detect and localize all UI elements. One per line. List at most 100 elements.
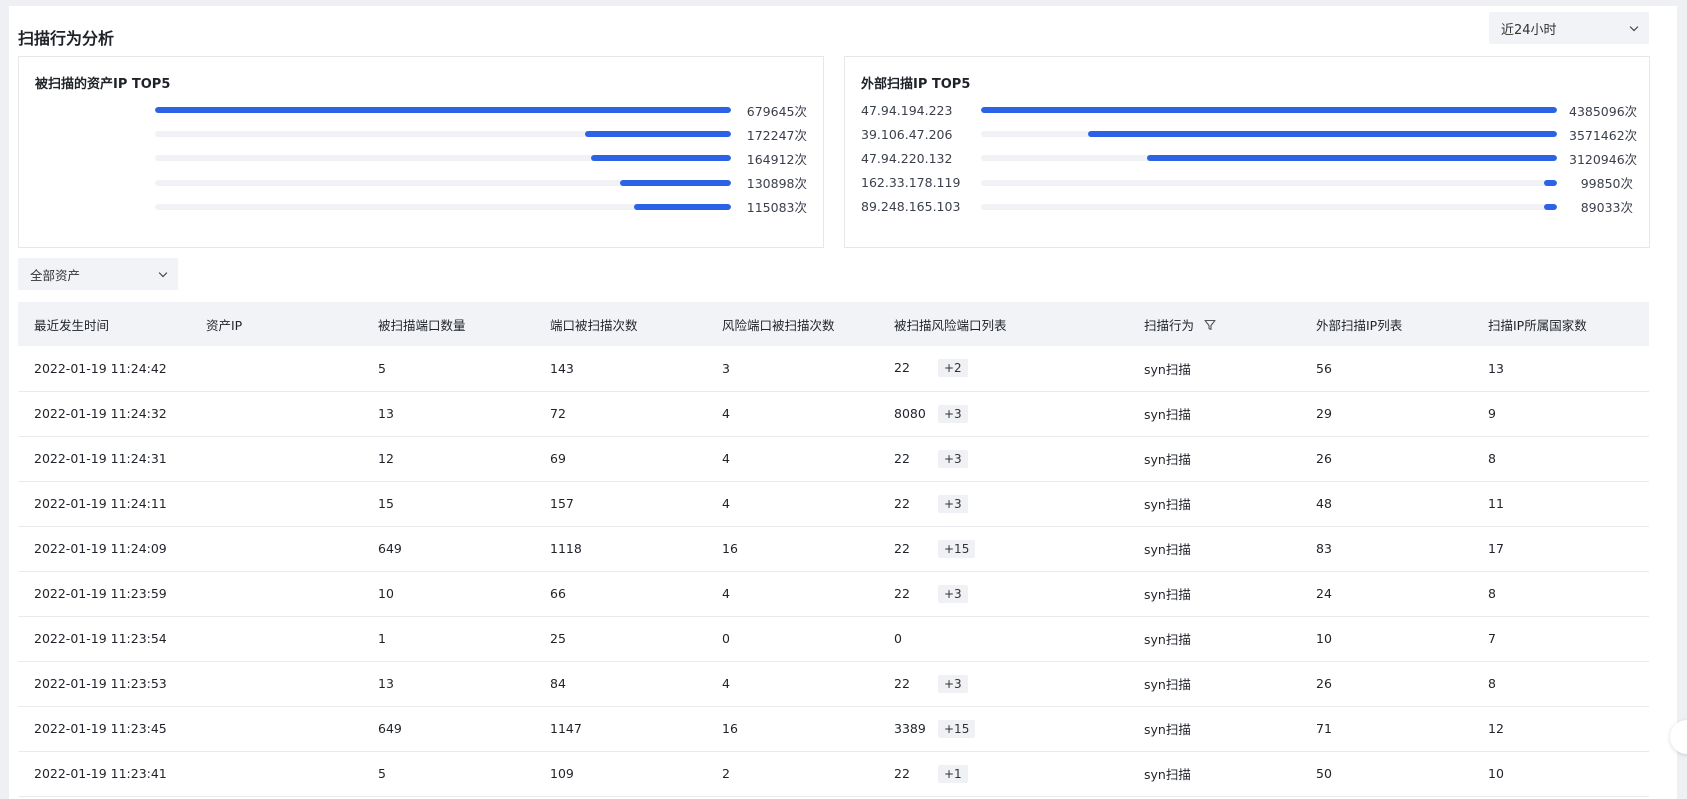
table-row[interactable]: 2022-01-19 11:24:42 5 143 3 22 +2 syn扫描 56 13	[18, 346, 1649, 392]
more-ports-tag[interactable]: +3	[938, 404, 968, 423]
asset-ip-cell	[190, 706, 362, 752]
country-count-cell: 9	[1472, 391, 1649, 437]
behavior-cell: syn扫描	[1128, 391, 1300, 437]
port-hits-cell: 84	[534, 661, 706, 707]
more-ports-tag[interactable]: +2	[938, 359, 968, 378]
column-header-behavior: 扫描行为	[1128, 302, 1300, 346]
table-row[interactable]: 2022-01-19 11:24:32 13 72 4 8080 +3 syn扫描 29 9	[18, 391, 1649, 437]
filter-icon[interactable]	[1204, 319, 1216, 331]
column-header: 风险端口被扫描次数	[706, 302, 878, 346]
time-cell: 2022-01-19 11:23:53	[18, 661, 190, 707]
scanned-assets-top5-panel: 被扫描的资产IP TOP5 679645次 172247次 164912次 13089…	[18, 56, 824, 248]
time-cell: 2022-01-19 11:24:09	[18, 526, 190, 572]
behavior-cell: syn扫描	[1128, 346, 1300, 392]
page-title: 扫描行为分析	[18, 29, 115, 48]
port-count-cell: 5	[362, 751, 534, 797]
risk-port: 8080	[894, 405, 926, 421]
table-row[interactable]: 2022-01-19 11:24:09 649 1118 16 22 +15 syn扫描 83…	[18, 526, 1649, 572]
behavior-cell: syn扫描	[1128, 616, 1300, 662]
table-row[interactable]: 2022-01-19 11:23:53 13 84 4 22 +3 syn扫描 26 8	[18, 661, 1649, 707]
risk-port: 3389	[894, 720, 926, 736]
column-header: 外部扫描IP列表	[1300, 302, 1472, 346]
risk-port: 22	[894, 540, 910, 556]
bar-fill	[1146, 155, 1557, 162]
time-cell: 2022-01-19 11:24:42	[18, 346, 190, 392]
top5-row: 162.33.178.119 99850次	[861, 174, 1633, 192]
asset-ip-cell	[190, 661, 362, 707]
count-label: 130898次	[746, 176, 807, 192]
asset-ip-cell	[190, 436, 362, 482]
risk-hits-cell: 2	[706, 751, 878, 797]
port-hits-cell: 66	[534, 571, 706, 617]
risk-ports-cell: 22 +1	[878, 751, 1128, 797]
count-label: 115083次	[746, 200, 807, 216]
risk-ports-cell: 22 +2	[878, 346, 1128, 392]
more-ports-tag[interactable]: +15	[938, 719, 976, 738]
risk-hits-cell: 4	[706, 391, 878, 437]
country-count-cell: 12	[1472, 706, 1649, 752]
more-ports-tag[interactable]: +3	[938, 674, 968, 693]
top5-row: 172247次	[35, 125, 807, 143]
asset-ip-cell	[190, 616, 362, 662]
behavior-cell: syn扫描	[1128, 526, 1300, 572]
table-row[interactable]: 2022-01-19 11:24:11 15 157 4 22 +3 syn扫描 48 11	[18, 481, 1649, 527]
risk-ports-cell: 22 +3	[878, 436, 1128, 482]
table-row[interactable]: 2022-01-19 11:23:41 5 109 2 22 +1 syn扫描 50 10	[18, 751, 1649, 797]
time-cell: 2022-01-19 11:23:45	[18, 706, 190, 752]
scan-table: 最近发生时间 资产IP 被扫描端口数量 端口被扫描次数 风险端口被扫描次数 被扫…	[18, 302, 1649, 797]
time-range-select[interactable]: 近24小时	[1489, 12, 1649, 44]
more-ports-tag[interactable]: +3	[938, 494, 968, 513]
port-hits-cell: 1118	[534, 526, 706, 572]
bar-track	[981, 107, 1557, 113]
table-row[interactable]: 2022-01-19 11:24:31 12 69 4 22 +3 syn扫描 26 8	[18, 436, 1649, 482]
bar-fill	[585, 131, 731, 138]
count-label: 99850次	[1580, 176, 1633, 192]
more-ports-tag[interactable]: +15	[938, 539, 976, 558]
asset-filter-select[interactable]: 全部资产	[18, 258, 178, 290]
risk-ports-cell: 22 +3	[878, 571, 1128, 617]
table-row[interactable]: 2022-01-19 11:23:54 1 25 0 0 syn扫描 10 7	[18, 616, 1649, 662]
chevron-down-icon	[158, 268, 168, 277]
risk-port: 22	[894, 450, 910, 466]
more-ports-tag[interactable]: +3	[938, 584, 968, 603]
time-cell: 2022-01-19 11:23:54	[18, 616, 190, 662]
port-count-cell: 1	[362, 616, 534, 662]
country-count-cell: 10	[1472, 751, 1649, 797]
count-label: 89033次	[1580, 200, 1633, 216]
count-label: 3571462次	[1569, 127, 1638, 143]
bar-track	[981, 179, 1557, 186]
column-header: 被扫描风险端口列表	[878, 302, 1128, 346]
risk-ports-cell: 3389 +15	[878, 706, 1128, 752]
top5-row: 164912次	[35, 149, 807, 167]
behavior-cell: syn扫描	[1128, 571, 1300, 617]
ip-label: 47.94.220.132	[861, 150, 953, 166]
country-count-cell: 7	[1472, 616, 1649, 662]
risk-ports-cell: 22 +3	[878, 481, 1128, 527]
bar-fill	[633, 203, 731, 210]
more-ports-tag[interactable]: +3	[938, 449, 968, 468]
bar-fill	[619, 179, 731, 186]
behavior-cell: syn扫描	[1128, 751, 1300, 797]
bar-fill	[155, 107, 731, 113]
table-row[interactable]: 2022-01-19 11:23:45 649 1147 16 3389 +15 syn扫描…	[18, 706, 1649, 752]
top5-row: 130898次	[35, 174, 807, 192]
external-ips-cell: 71	[1300, 706, 1472, 752]
port-hits-cell: 25	[534, 616, 706, 662]
more-ports-tag[interactable]: +1	[938, 764, 968, 783]
external-scan-top5-panel: 外部扫描IP TOP5 47.94.194.223 4385096次 39.106.…	[844, 56, 1650, 248]
risk-hits-cell: 4	[706, 436, 878, 482]
ip-label: 162.33.178.119	[861, 175, 961, 191]
behavior-cell: syn扫描	[1128, 481, 1300, 527]
top5-row: 47.94.194.223 4385096次	[861, 101, 1637, 119]
bar-track	[981, 155, 1557, 162]
table-row[interactable]: 2022-01-19 11:23:59 10 66 4 22 +3 syn扫描 24 8	[18, 571, 1649, 617]
port-count-cell: 15	[362, 481, 534, 527]
risk-hits-cell: 0	[706, 616, 878, 662]
ip-label: 47.94.194.223	[861, 102, 953, 118]
column-header: 端口被扫描次数	[534, 302, 706, 346]
table-header-row: 最近发生时间 资产IP 被扫描端口数量 端口被扫描次数 风险端口被扫描次数 被扫…	[18, 302, 1649, 346]
asset-ip-cell	[190, 571, 362, 617]
risk-hits-cell: 3	[706, 346, 878, 392]
external-ips-cell: 83	[1300, 526, 1472, 572]
time-cell: 2022-01-19 11:24:31	[18, 436, 190, 482]
